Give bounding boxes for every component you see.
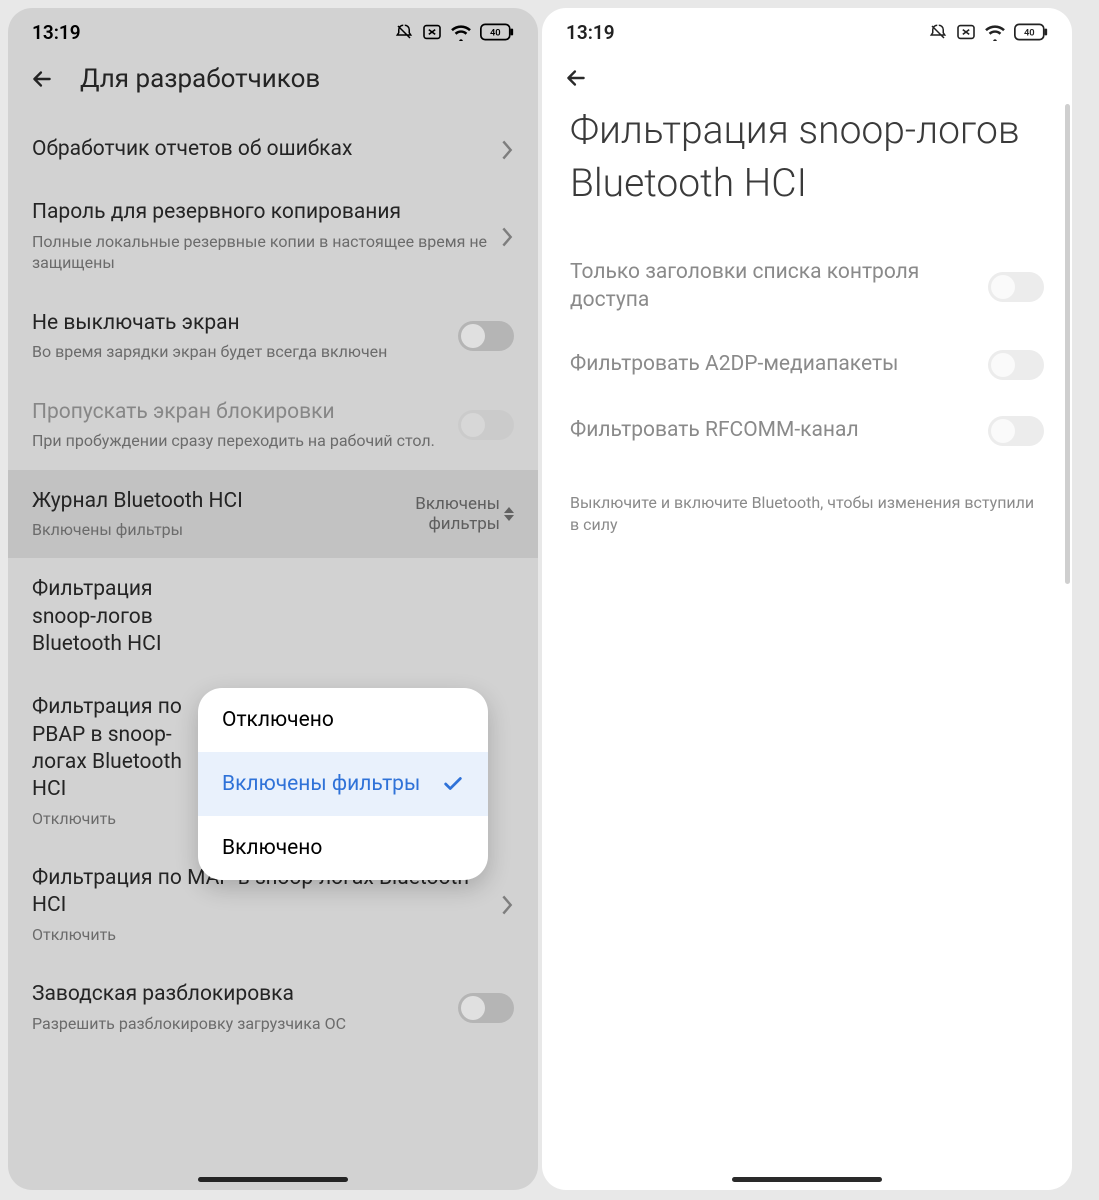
wifi-icon [984,23,1006,41]
setting-subtitle: Отключить [32,924,488,946]
setting-value: Включены фильтры [415,494,514,535]
setting-subtitle: Отключить [32,808,202,830]
page-header: Для разработчиков [8,56,538,118]
toggle-acl-headers[interactable] [988,272,1044,302]
svg-text:40: 40 [490,27,501,38]
phone-right: 13:19 40 Фильтрация snoop-логов Bluetoot… [542,8,1072,1190]
scrollbar-thumb[interactable] [1065,104,1070,584]
arrow-left-icon [563,65,589,91]
mute-icon [394,23,414,41]
page-title: Для разработчиков [80,64,320,94]
setting-title: Не выключать экран [32,310,446,337]
setting-subtitle: Полные локальные резервные копии в насто… [32,231,488,274]
chevron-right-icon [500,139,514,161]
battery-icon: 40 [1014,23,1048,41]
setting-subtitle: Разрешить разблокировку загрузчика ОС [32,1013,446,1035]
back-button[interactable] [28,65,56,93]
popup-option-enabled[interactable]: Включено [198,816,488,880]
settings-list: Только заголовки списка контроля доступа… [542,241,1072,536]
setting-stay-awake[interactable]: Не выключать экран Во время зарядки экра… [32,292,514,381]
setting-title: Пропускать экран блокировки [32,399,446,426]
check-icon [442,773,464,795]
setting-oem-unlock[interactable]: Заводская разблокировка Разрешить разбло… [32,963,514,1052]
setting-subtitle: При пробуждении сразу переходить на рабо… [32,430,446,452]
status-bar: 13:19 40 [542,8,1072,56]
page-title: Фильтрация snoop-логов Bluetooth HCI [542,104,1072,241]
status-icons: 40 [928,23,1048,41]
setting-snoop-filter[interactable]: Фильтрация snoop-логов Bluetooth HCI [32,558,514,676]
setting-title: Фильтровать RFCOMM-канал [570,417,976,444]
footnote-text: Выключите и включите Bluetooth, чтобы из… [570,464,1044,537]
toggle-rfcomm[interactable] [988,416,1044,446]
setting-subtitle: Во время зарядки экран будет всегда вклю… [32,341,446,363]
setting-hci-log[interactable]: Журнал Bluetooth HCI Включены фильтры Вк… [8,470,538,559]
mute-icon [928,23,948,41]
setting-title: Обработчик отчетов об ошибках [32,136,488,163]
setting-rfcomm-filter[interactable]: Фильтровать RFCOMM-канал [570,398,1044,464]
wifi-icon [450,23,472,41]
sim-off-icon [422,24,442,40]
home-indicator[interactable] [198,1177,348,1182]
setting-title: Фильтрация snoop-логов Bluetooth HCI [32,576,202,658]
toggle-skip-lock [458,410,514,440]
chevron-up-down-icon [504,507,514,521]
setting-title: Заводская разблокировка [32,981,446,1008]
scrollbar-track [1065,94,1070,1120]
setting-title: Фильтрация по PBAP в snoop-логах Bluetoo… [32,694,202,803]
home-indicator[interactable] [732,1177,882,1182]
setting-backup-password[interactable]: Пароль для резервного копирования Полные… [32,181,514,291]
page-header [542,56,1072,104]
setting-title: Фильтровать A2DP-медиапакеты [570,351,976,378]
chevron-right-icon [500,894,514,916]
toggle-stay-awake[interactable] [458,321,514,351]
setting-bug-report[interactable]: Обработчик отчетов об ошибках [32,118,514,181]
battery-icon: 40 [480,23,514,41]
arrow-left-icon [29,66,55,92]
settings-list: Обработчик отчетов об ошибках Пароль для… [8,118,538,1052]
toggle-a2dp[interactable] [988,350,1044,380]
setting-title: Только заголовки списка контроля доступа [570,259,976,314]
status-time: 13:19 [32,21,81,44]
back-button[interactable] [562,64,590,92]
dropdown-popup: Отключено Включены фильтры Включено [198,688,488,880]
setting-a2dp-filter[interactable]: Фильтровать A2DP-медиапакеты [570,332,1044,398]
toggle-oem-unlock[interactable] [458,993,514,1023]
setting-skip-lock: Пропускать экран блокировки При пробужде… [32,381,514,470]
phone-left: 13:19 40 Для разработчиков Обработчик от… [8,8,538,1190]
status-time: 13:19 [566,21,615,44]
status-bar: 13:19 40 [8,8,538,56]
status-icons: 40 [394,23,514,41]
setting-title: Журнал Bluetooth HCI [32,488,272,515]
sim-off-icon [956,24,976,40]
setting-acl-headers[interactable]: Только заголовки списка контроля доступа [570,241,1044,332]
chevron-right-icon [500,226,514,248]
setting-subtitle: Включены фильтры [32,519,272,541]
setting-title: Пароль для резервного копирования [32,199,488,226]
popup-option-disabled[interactable]: Отключено [198,688,488,752]
popup-option-filters-enabled[interactable]: Включены фильтры [198,752,488,816]
svg-text:40: 40 [1024,27,1035,38]
